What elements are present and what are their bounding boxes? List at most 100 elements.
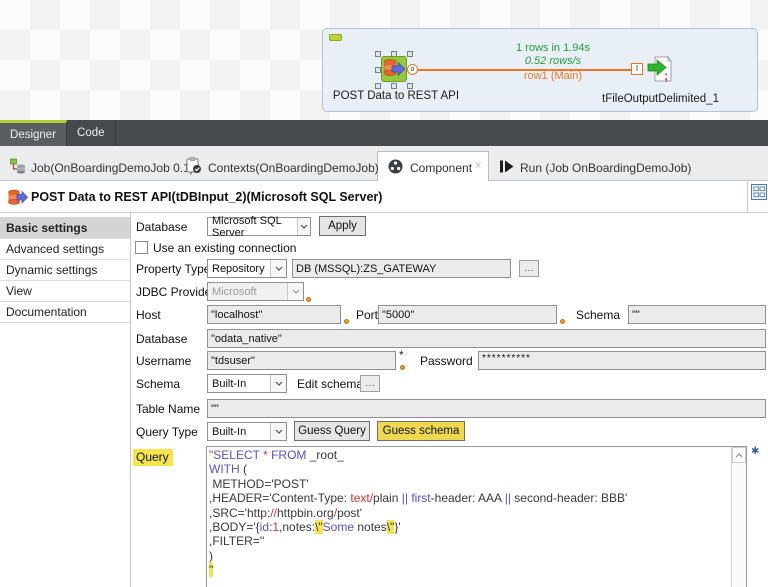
schema-inline-label: Schema [576,308,621,322]
guess-schema-button[interactable]: Guess schema [377,421,465,441]
table-name-label: Table Name [136,402,201,416]
database2-field[interactable]: "odata_native" [207,329,766,348]
username-field[interactable]: "tdsuser" [207,351,396,370]
tab-code-label: Code [77,127,105,139]
port-label: Port [356,308,379,322]
close-glyph: × [475,160,482,172]
tab-job[interactable]: Job(OnBoardingDemoJob 0.1) [31,161,194,175]
sidebar-item-dynamic-settings[interactable]: Dynamic settings [0,260,130,281]
table-name-field[interactable]: "" [207,399,766,418]
sidebar-item-basic-settings[interactable]: Basic settings [0,217,130,239]
repository-browse-button[interactable]: … [519,260,539,277]
edit-schema-label: Edit schema [297,377,364,391]
jdbc-provider-select[interactable]: Microsoft [207,282,304,301]
jdbc-provider-label: JDBC Provider [136,285,216,299]
tab-code[interactable]: Code [67,120,116,146]
subjob-panel[interactable]: o I POST Data to REST API 1 rows in 1.94… [322,28,758,112]
selection-handle[interactable] [375,51,381,57]
tab-job-label: Job(OnBoardingDemoJob 0.1) [31,161,194,175]
query-editor-content[interactable]: "SELECT * FROM _root_ WITH ( METHOD='POST… [209,448,729,578]
run-icon [500,160,514,178]
repository-field-value: DB (MSSQL):ZS_GATEWAY [296,262,437,275]
database2-label: Database [136,332,188,346]
port-field-value: "5000" [382,308,415,321]
title-separator [0,212,768,213]
contexts-icon [186,157,202,179]
tab-contexts[interactable]: Contexts(OnBoardingDemoJob) [208,161,379,175]
query-type-select[interactable]: Built-In [207,422,287,441]
sidebar-divider [130,213,131,587]
schema-inline-field[interactable]: "" [628,305,766,324]
schema-select[interactable]: Built-In [207,374,287,393]
connection-stat-rows: 1 rows in 1.94s [516,42,590,54]
editor-tab-bar: Job(OnBoardingDemoJob 0.1) Contexts(OnBo… [0,146,768,181]
repository-field[interactable]: DB (MSSQL):ZS_GATEWAY [292,259,511,278]
view-tab-bar: Designer Code [0,120,768,146]
sidebar-label: Advanced settings [6,242,105,256]
svg-text:;: ; [664,68,668,83]
host-field-value: "localhost" [211,308,263,321]
chevron-down-icon [270,423,286,440]
edit-schema-button[interactable]: … [360,375,380,392]
username-field-value: "tdsuser" [211,354,255,367]
tab-designer[interactable]: Designer [0,120,68,146]
component-title: POST Data to REST API(tDBInput_2)(Micros… [31,190,383,204]
guess-query-button[interactable]: Guess Query [294,421,370,441]
tab-component-label-wrap[interactable]: Component [410,161,472,175]
selection-handle[interactable] [391,83,397,89]
password-field[interactable]: ********** [478,351,766,370]
selection-handle[interactable] [407,51,413,57]
hint-marker-icon [344,319,349,324]
use-existing-connection-checkbox[interactable] [135,241,148,254]
output-port: o [407,64,418,75]
selection-handle[interactable] [375,83,381,89]
subjob-collapse-button[interactable] [329,34,342,41]
selection-handle[interactable] [407,83,413,89]
database-select[interactable]: Microsoft SQL Server [207,215,311,239]
required-marker: * [399,348,404,362]
component-title-icon [8,189,28,211]
design-canvas[interactable]: o I POST Data to REST API 1 rows in 1.94… [0,0,768,120]
tab-run[interactable]: Run (Job OnBoardingDemoJob) [520,161,691,175]
property-type-select[interactable]: Repository [207,259,287,278]
jdbc-provider-value: Microsoft [212,285,257,298]
component-label[interactable]: POST Data to REST API [331,90,461,102]
port-field[interactable]: "5000" [378,305,557,324]
sidebar-item-documentation[interactable]: Documentation [0,302,130,323]
query-scrollbar[interactable] [731,447,746,587]
db-input-icon [383,59,406,77]
connection-row-label: row1 (Main) [523,70,583,82]
component-label[interactable]: tFileOutputDelimited_1 [578,93,743,105]
query-editor[interactable]: "SELECT * FROM _root_ WITH ( METHOD='POST… [206,446,747,587]
tab-close-icon[interactable]: × [475,160,481,172]
component-post-data[interactable] [381,56,407,82]
scroll-up-icon[interactable] [732,447,746,463]
host-field[interactable]: "localhost" [207,305,341,324]
sidebar-item-advanced-settings[interactable]: Advanced settings [0,239,130,260]
password-field-value: ********** [482,353,531,364]
chevron-down-icon [270,260,286,277]
use-existing-connection-label: Use an existing connection [153,241,297,255]
sidebar-item-view[interactable]: View [0,281,130,302]
guess-query-label: Guess Query [298,425,366,437]
component-tab-icon [388,159,403,179]
component-tfileoutputdelimited[interactable]: ; [647,54,673,84]
component-panel: POST Data to REST API(tDBInput_2)(Micros… [0,181,768,587]
tab-run-label: Run (Job OnBoardingDemoJob) [520,161,692,175]
hint-marker-icon [400,365,405,370]
schema-label: Schema [136,377,181,391]
guess-schema-label: Guess schema [382,425,460,437]
host-label: Host [136,308,161,322]
tab-component-label: Component [410,161,473,175]
sidebar-label: Dynamic settings [6,263,98,277]
required-blue-marker: ✱ [751,446,760,457]
ellipsis-icon: … [365,378,375,389]
title-divider [747,181,748,212]
username-label: Username [136,354,192,368]
chevron-down-icon [270,375,286,392]
connection-stat-rate: 0.52 rows/s [524,55,582,67]
hint-marker-icon [560,319,565,324]
maximize-view-icon[interactable] [751,184,767,205]
schema-inline-value: "" [632,308,640,321]
apply-button[interactable]: Apply [319,216,366,236]
